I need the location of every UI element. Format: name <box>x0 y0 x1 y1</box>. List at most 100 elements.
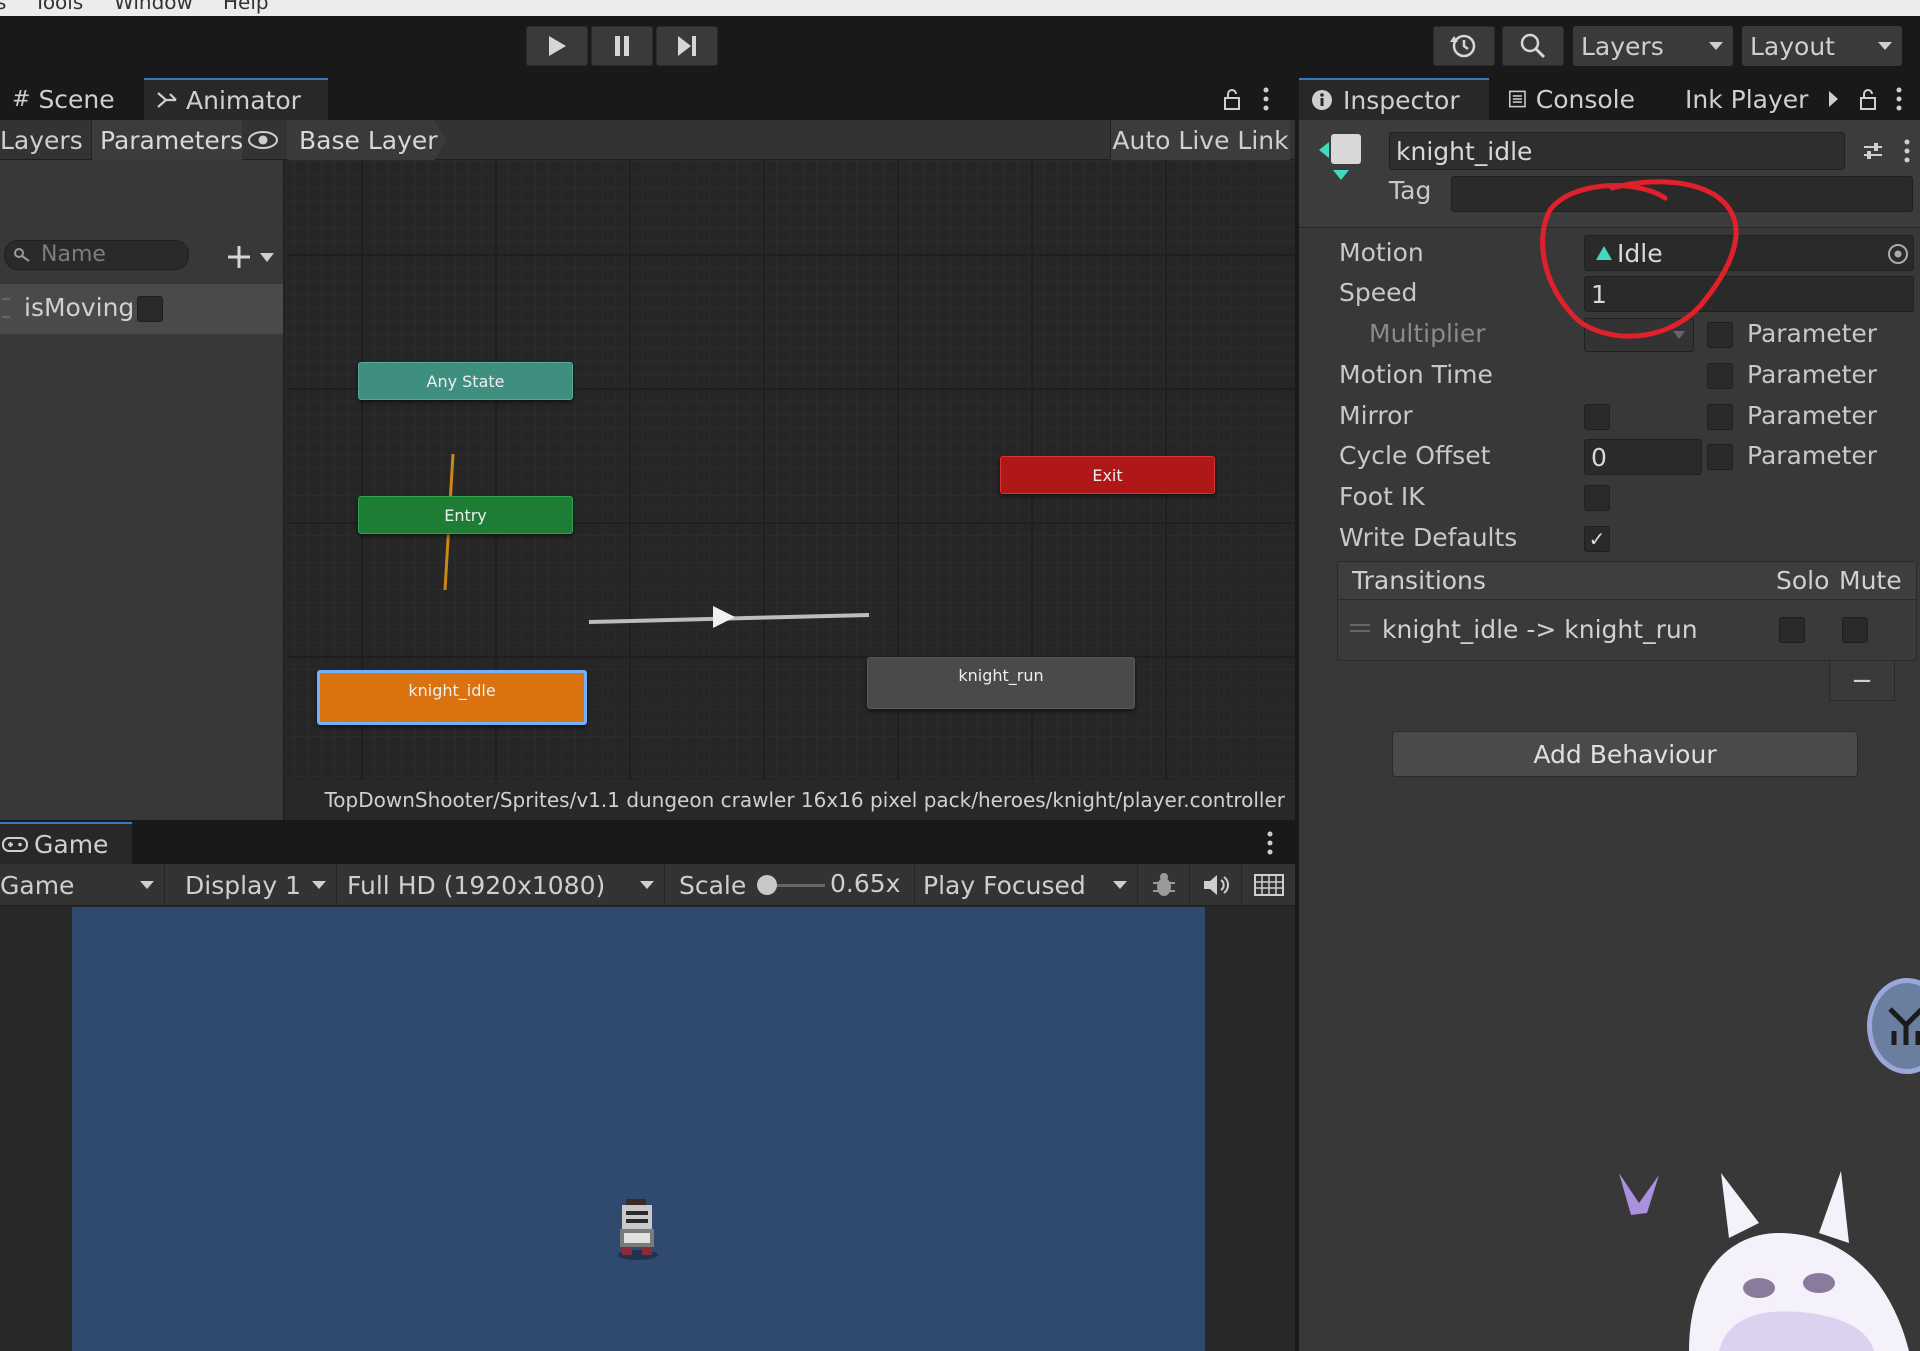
auto-live-link-button[interactable]: Auto Live Link <box>1110 120 1290 160</box>
speaker-icon <box>1203 875 1229 895</box>
mirror-label: Mirror <box>1339 401 1413 430</box>
drag-handle-icon[interactable] <box>1350 624 1370 632</box>
remove-transition-button[interactable]: − <box>1829 661 1895 701</box>
lock-icon[interactable] <box>1223 88 1241 110</box>
parameter-search-input[interactable]: Name <box>4 240 189 270</box>
knight-idle-node[interactable]: knight_idle <box>317 670 587 725</box>
scale-value: 0.65x <box>830 869 901 898</box>
tab-game-label: Game <box>34 829 109 859</box>
motion-time-label: Motion Time <box>1339 360 1493 389</box>
layers-subtab[interactable]: Layers <box>0 120 92 160</box>
add-behaviour-button[interactable]: Add Behaviour <box>1392 731 1858 777</box>
transition-mute-checkbox[interactable] <box>1842 617 1868 643</box>
step-button[interactable] <box>656 26 718 66</box>
layers-dropdown-label: Layers <box>1581 31 1664 61</box>
knight-run-node[interactable]: knight_run <box>867 657 1135 709</box>
more-options-icon[interactable] <box>1903 138 1911 164</box>
settings-sliders-icon[interactable] <box>1862 140 1884 162</box>
tab-inspector-label: Inspector <box>1343 85 1460 115</box>
object-picker-icon[interactable] <box>1887 243 1909 265</box>
drag-handle-icon[interactable] <box>2 298 10 318</box>
parameter-name: isMoving <box>24 293 135 322</box>
menu-item-tools[interactable]: Tools <box>34 0 83 14</box>
game-viewport[interactable] <box>72 907 1205 1351</box>
resolution-dropdown[interactable]: Full HD (1920x1080) <box>337 864 665 906</box>
foot-ik-label: Foot IK <box>1339 482 1425 511</box>
tab-ink-player-label: Ink Player <box>1685 84 1809 114</box>
transitions-header: Transitions Solo Mute <box>1338 562 1916 600</box>
bug-icon <box>1152 873 1175 896</box>
add-parameter-icon[interactable] <box>226 244 252 270</box>
more-options-icon[interactable] <box>1266 830 1274 856</box>
parameters-subtab[interactable]: Parameters <box>92 120 243 160</box>
transition-label: knight_idle -> knight_run <box>1382 615 1698 644</box>
chevron-down-icon <box>1709 42 1723 50</box>
play-button[interactable] <box>526 26 588 66</box>
layers-dropdown[interactable]: Layers <box>1573 26 1733 66</box>
menu-item-help[interactable]: Help <box>223 0 269 14</box>
cycle-offset-field[interactable]: 0 <box>1584 439 1702 475</box>
game-panel: Game Game Display 1 Full HD (1920x1080) … <box>0 822 1295 1351</box>
entry-node[interactable]: Entry <box>358 496 573 534</box>
history-icon <box>1450 34 1476 58</box>
vtuber-avatar-overlay <box>1619 1171 1909 1351</box>
more-options-icon[interactable] <box>1262 86 1270 112</box>
tab-scene[interactable]: # Scene <box>0 78 142 120</box>
undo-history-button[interactable] <box>1433 26 1495 66</box>
tab-ink-player[interactable]: Ink Player <box>1673 78 1823 120</box>
parameter-row[interactable]: isMoving <box>0 284 283 334</box>
tab-game[interactable]: Game <box>0 822 132 864</box>
chevron-down-icon[interactable] <box>260 253 274 263</box>
transition-row[interactable]: knight_idle -> knight_run <box>1338 602 1916 660</box>
eye-icon[interactable] <box>247 130 279 150</box>
pause-icon <box>615 36 629 56</box>
lock-icon[interactable] <box>1859 88 1877 110</box>
scale-slider-handle[interactable] <box>757 875 777 895</box>
tab-console[interactable]: Console <box>1497 78 1647 120</box>
play-icon <box>549 36 566 56</box>
transition-solo-checkbox[interactable] <box>1779 617 1805 643</box>
mute-audio-toggle[interactable] <box>1190 864 1242 906</box>
any-state-node[interactable]: Any State <box>358 362 573 400</box>
layout-dropdown[interactable]: Layout <box>1742 26 1902 66</box>
mirror-checkbox[interactable] <box>1584 404 1610 430</box>
chevron-down-icon <box>312 881 326 889</box>
tab-scene-label: Scene <box>38 84 115 114</box>
display-dropdown[interactable]: Display 1 <box>165 864 337 906</box>
floating-widget-icon[interactable] <box>1867 978 1920 1074</box>
game-view-dropdown[interactable]: Game <box>0 864 165 906</box>
speed-label: Speed <box>1339 278 1418 307</box>
animator-panel: # Scene Animator Layers Parameters Base … <box>0 78 1295 820</box>
animator-icon <box>157 92 177 108</box>
tab-inspector[interactable]: Inspector <box>1299 78 1489 120</box>
exit-node[interactable]: Exit <box>1000 456 1215 494</box>
mirror-parameter-checkbox[interactable] <box>1707 404 1733 430</box>
search-button[interactable] <box>1502 26 1564 66</box>
pause-button[interactable] <box>591 26 653 66</box>
menu-bar: s Tools Window Help <box>0 0 1920 16</box>
chevron-down-icon <box>1113 881 1127 889</box>
play-focused-dropdown[interactable]: Play Focused <box>915 864 1138 906</box>
menu-item-assets[interactable]: s <box>0 0 6 14</box>
search-icon <box>14 248 30 262</box>
chevron-down-icon <box>640 881 654 889</box>
menu-item-window[interactable]: Window <box>114 0 193 14</box>
cycle-offset-label: Cycle Offset <box>1339 441 1491 470</box>
controller-path: TopDownShooter/Sprites/v1.1 dungeon craw… <box>287 780 1295 820</box>
motion-time-parameter-checkbox[interactable] <box>1707 363 1733 389</box>
tab-animator[interactable]: Animator <box>144 78 328 120</box>
foot-ik-checkbox[interactable] <box>1584 485 1610 511</box>
parameter-checkbox[interactable] <box>137 296 163 322</box>
breadcrumb-base-layer[interactable]: Base Layer <box>287 120 447 160</box>
write-defaults-checkbox[interactable]: ✓ <box>1584 526 1610 552</box>
state-machine-graph[interactable]: Any State Entry Exit knight_idle knight_… <box>287 160 1295 780</box>
stats-toggle[interactable] <box>1242 864 1295 906</box>
cycle-offset-parameter-checkbox[interactable] <box>1707 444 1733 470</box>
animator-tab-bar: # Scene Animator <box>0 78 1295 120</box>
state-name-field[interactable]: knight_idle <box>1389 132 1845 170</box>
transitions-header-label: Transitions <box>1352 566 1486 595</box>
more-options-icon[interactable] <box>1895 86 1903 112</box>
grid-icon: # <box>12 86 31 112</box>
chevron-right-icon[interactable] <box>1827 90 1839 108</box>
bug-toggle[interactable] <box>1138 864 1190 906</box>
